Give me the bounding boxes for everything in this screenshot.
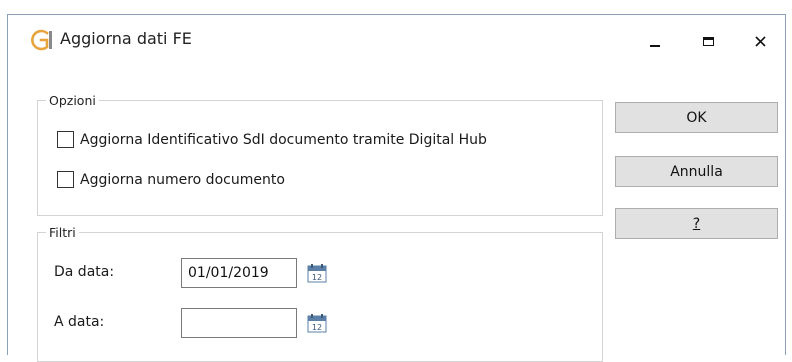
title-bar[interactable]: Aggiorna dati FE [8, 15, 785, 67]
from-date-label: Da data: [54, 264, 115, 280]
cancel-button[interactable]: Annulla [615, 156, 778, 187]
filters-legend: Filtri [46, 225, 79, 240]
checkbox-update-number[interactable] [57, 171, 74, 188]
checkbox-update-sdi-label[interactable]: Aggiorna Identificativo SdI documento tr… [80, 132, 487, 148]
to-date-label: A data: [54, 314, 105, 330]
from-date-input[interactable]: 01/01/2019 [181, 258, 297, 288]
ok-button[interactable]: OK [615, 102, 778, 133]
maximize-icon [702, 36, 714, 46]
help-button[interactable]: ? [615, 208, 778, 239]
checkbox-update-number-label[interactable]: Aggiorna numero documento [80, 172, 285, 188]
maximize-button[interactable] [688, 27, 728, 55]
dialog-content: Opzioni Aggiorna Identificativo SdI docu… [8, 67, 785, 362]
checkbox-row-number[interactable]: Aggiorna numero documento [57, 171, 285, 188]
minimize-icon [650, 45, 660, 47]
dialog-window: Aggiorna dati FE Opzioni Aggiorna Identi… [7, 14, 786, 362]
options-legend: Opzioni [46, 93, 99, 108]
options-group: Opzioni Aggiorna Identificativo SdI docu… [37, 93, 603, 216]
close-button[interactable] [740, 27, 780, 55]
calendar-icon[interactable]: 12 [307, 263, 327, 283]
to-date-input[interactable] [181, 308, 297, 338]
window-title: Aggiorna dati FE [60, 29, 192, 48]
minimize-button[interactable] [635, 27, 675, 55]
filters-group: Filtri Da data: 01/01/2019 12 A data: 12 [37, 225, 603, 362]
app-logo-icon [31, 29, 52, 51]
checkbox-update-sdi[interactable] [57, 131, 74, 148]
svg-text:12: 12 [312, 273, 322, 282]
help-button-label: ? [692, 215, 701, 232]
calendar-icon[interactable]: 12 [307, 313, 327, 333]
svg-text:12: 12 [312, 323, 322, 332]
close-icon [754, 35, 766, 47]
checkbox-row-sdi[interactable]: Aggiorna Identificativo SdI documento tr… [57, 131, 487, 148]
